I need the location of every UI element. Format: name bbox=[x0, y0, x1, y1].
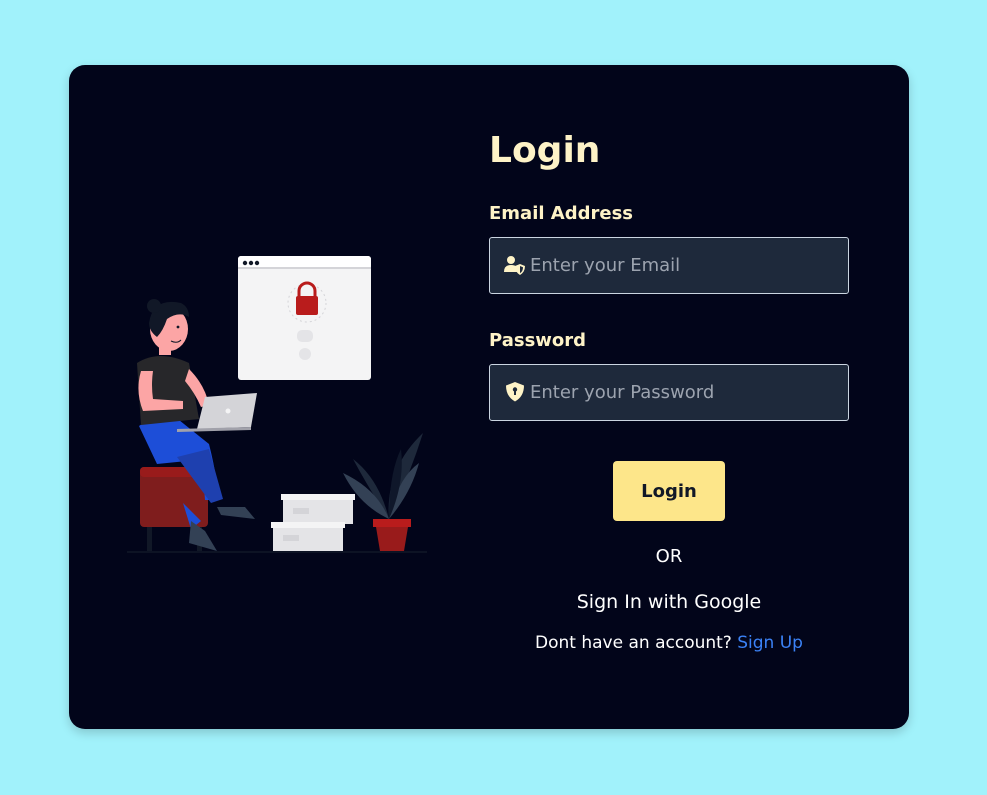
login-card: Login Email Address Password Login OR Si… bbox=[69, 65, 909, 729]
signup-link[interactable]: Sign Up bbox=[737, 633, 803, 653]
browser-window-graphic bbox=[238, 256, 371, 380]
email-input[interactable] bbox=[530, 238, 840, 293]
or-divider: OR bbox=[655, 546, 683, 567]
shield-keyhole-icon bbox=[506, 382, 524, 402]
password-input[interactable] bbox=[530, 365, 840, 420]
boxes-graphic bbox=[271, 494, 355, 551]
login-form: Login Email Address Password Login OR Si… bbox=[489, 127, 849, 654]
login-button[interactable]: Login bbox=[613, 461, 725, 521]
email-label: Email Address bbox=[489, 203, 634, 224]
password-field-container bbox=[489, 364, 849, 421]
login-illustration bbox=[127, 256, 427, 553]
signup-prompt-text: Dont have an account? bbox=[535, 633, 732, 653]
signup-prompt-row: Dont have an account? Sign Up bbox=[489, 632, 849, 654]
user-shield-icon bbox=[504, 256, 525, 275]
password-label: Password bbox=[489, 330, 587, 351]
page-title: Login bbox=[489, 130, 601, 171]
plant-graphic bbox=[343, 433, 423, 551]
google-signin-button[interactable]: Sign In with Google bbox=[489, 589, 849, 615]
email-field-container bbox=[489, 237, 849, 294]
